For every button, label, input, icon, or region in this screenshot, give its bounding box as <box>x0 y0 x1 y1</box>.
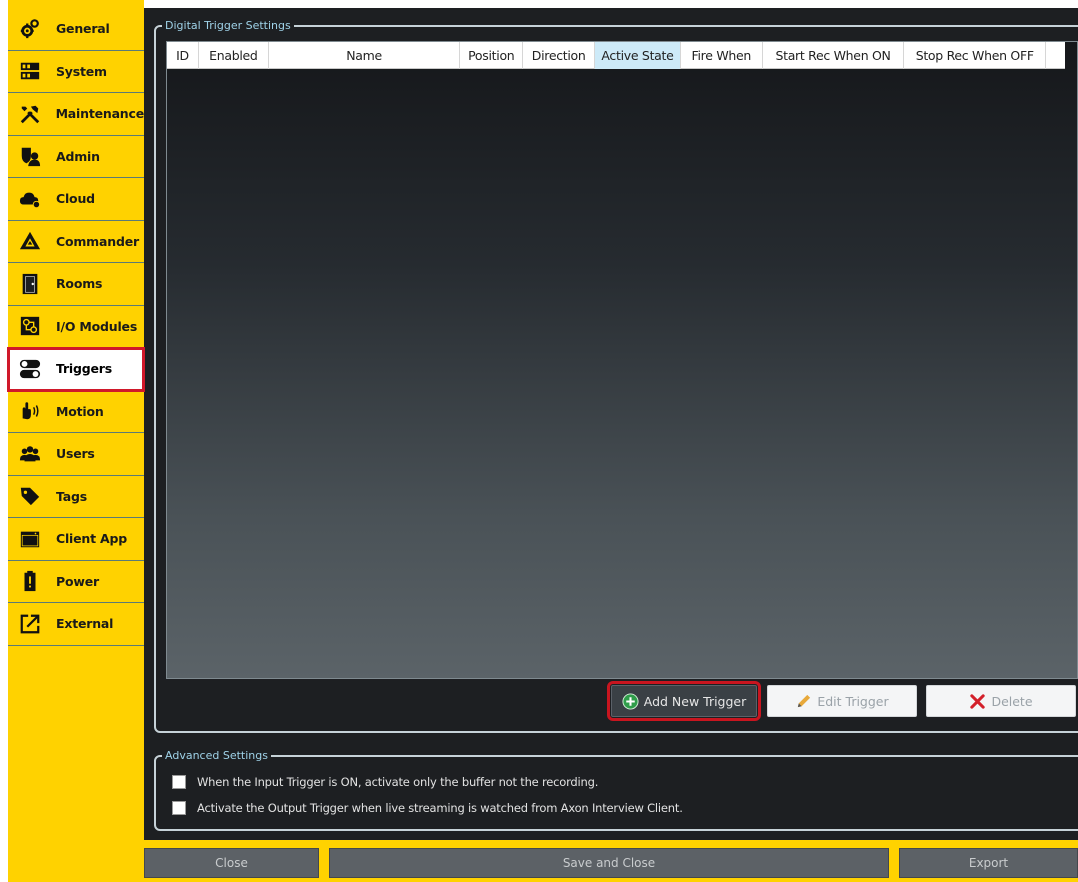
battery-icon <box>18 569 42 593</box>
sidebar-item-label: Triggers <box>56 361 112 377</box>
sidebar-item-cloud[interactable]: Cloud <box>8 178 144 221</box>
edit-trigger-button[interactable]: Edit Trigger <box>767 685 917 717</box>
sidebar-item-label: Maintenance <box>55 106 145 122</box>
digital-trigger-settings-group: Digital Trigger Settings ID Enabled Name… <box>154 19 1078 733</box>
column-header-id[interactable]: ID <box>167 42 199 69</box>
io-module-icon <box>18 314 42 338</box>
settings-sidebar: General System Maintenance Admin Cloud C… <box>7 0 145 882</box>
buffer-only-checkbox[interactable] <box>172 775 186 789</box>
footer-bar: Close Save and Close Export <box>144 840 1078 882</box>
sidebar-item-commander[interactable]: Commander <box>8 221 144 263</box>
export-button[interactable]: Export <box>899 848 1078 878</box>
sidebar-item-triggers[interactable]: Triggers <box>7 347 145 392</box>
sidebar-item-label: Cloud <box>56 191 95 207</box>
advanced-settings-group: Advanced Settings When the Input Trigger… <box>154 749 1078 831</box>
sidebar-item-label: Users <box>56 446 95 462</box>
server-icon <box>18 59 42 83</box>
pencil-icon <box>795 693 812 710</box>
sidebar-item-label: Tags <box>56 488 87 504</box>
sidebar-item-maintenance[interactable]: Maintenance <box>8 93 144 136</box>
advanced-option-label: Activate the Output Trigger when live st… <box>197 801 683 815</box>
sidebar-item-motion[interactable]: Motion <box>8 391 144 433</box>
users-icon <box>18 442 42 466</box>
commander-icon <box>18 229 42 253</box>
main-panel: Digital Trigger Settings ID Enabled Name… <box>144 0 1078 882</box>
motion-hand-icon <box>18 399 42 423</box>
sidebar-item-label: I/O Modules <box>56 318 138 334</box>
tools-icon <box>18 102 42 126</box>
add-new-trigger-label: Add New Trigger <box>643 693 747 709</box>
sidebar-item-label: External <box>56 616 114 632</box>
triggers-table[interactable]: ID Enabled Name Position Direction Activ… <box>166 41 1078 679</box>
sidebar-item-label: Commander <box>56 233 139 249</box>
delete-trigger-label: Delete <box>991 693 1033 709</box>
sidebar-nav-list: General System Maintenance Admin Cloud C… <box>7 8 145 646</box>
group-title: Advanced Settings <box>162 749 271 762</box>
plus-circle-icon <box>622 692 639 710</box>
column-header-filler <box>1046 42 1065 69</box>
door-icon <box>18 272 42 296</box>
tag-icon <box>18 484 42 508</box>
edit-trigger-label: Edit Trigger <box>817 693 889 709</box>
advanced-option-buffer-only[interactable]: When the Input Trigger is ON, activate o… <box>172 775 598 789</box>
sidebar-item-system[interactable]: System <box>8 51 144 93</box>
column-header-active-state[interactable]: Active State <box>595 42 681 69</box>
delete-x-icon <box>969 693 986 710</box>
column-header-stop-rec-when-off[interactable]: Stop Rec When OFF <box>904 42 1047 69</box>
advanced-option-label: When the Input Trigger is ON, activate o… <box>197 775 599 789</box>
close-button[interactable]: Close <box>144 848 319 878</box>
sidebar-item-users[interactable]: Users <box>8 433 144 476</box>
sidebar-item-label: Admin <box>56 148 100 164</box>
sidebar-item-tags[interactable]: Tags <box>8 476 144 518</box>
window-icon <box>18 527 42 551</box>
advanced-option-output-trigger-streaming[interactable]: Activate the Output Trigger when live st… <box>172 801 683 815</box>
sidebar-item-io-modules[interactable]: I/O Modules <box>8 306 144 348</box>
admin-shield-icon <box>18 144 42 168</box>
toggle-switches-icon <box>18 357 42 381</box>
sidebar-item-rooms[interactable]: Rooms <box>8 263 144 306</box>
gears-icon <box>18 17 42 41</box>
sidebar-item-label: Client App <box>56 531 128 547</box>
sidebar-item-label: System <box>56 63 107 79</box>
sidebar-item-power[interactable]: Power <box>8 561 144 603</box>
save-and-close-button[interactable]: Save and Close <box>329 848 889 878</box>
column-header-start-rec-when-on[interactable]: Start Rec When ON <box>763 42 905 69</box>
table-header: ID Enabled Name Position Direction Activ… <box>167 42 1065 69</box>
group-title: Digital Trigger Settings <box>162 19 294 32</box>
sidebar-item-label: Power <box>56 573 99 589</box>
sidebar-item-external[interactable]: External <box>8 603 144 646</box>
output-trigger-streaming-checkbox[interactable] <box>172 801 186 815</box>
sidebar-item-label: General <box>56 21 110 37</box>
sidebar-item-general[interactable]: General <box>8 8 144 51</box>
sidebar-item-label: Rooms <box>56 276 103 292</box>
column-header-direction[interactable]: Direction <box>523 42 596 69</box>
add-new-trigger-button[interactable]: Add New Trigger <box>607 681 761 721</box>
sidebar-item-admin[interactable]: Admin <box>8 136 144 178</box>
column-header-fire-when[interactable]: Fire When <box>681 42 763 69</box>
column-header-name[interactable]: Name <box>269 42 461 69</box>
column-header-enabled[interactable]: Enabled <box>199 42 269 69</box>
sidebar-item-label: Motion <box>56 403 104 419</box>
cloud-icon <box>18 187 42 211</box>
sidebar-item-client-app[interactable]: Client App <box>8 518 144 561</box>
delete-trigger-button[interactable]: Delete <box>926 685 1076 717</box>
column-header-position[interactable]: Position <box>460 42 524 69</box>
external-link-icon <box>18 612 42 636</box>
